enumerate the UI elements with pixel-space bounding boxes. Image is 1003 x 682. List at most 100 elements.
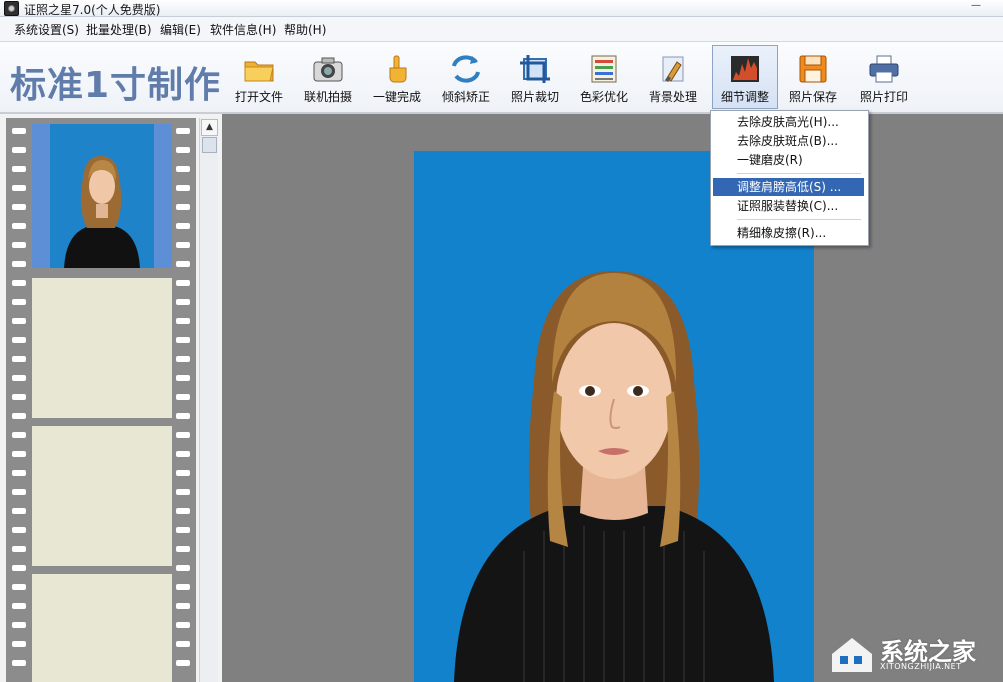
menu-replace-id-clothing[interactable]: 证照服装替换(C)... [713, 197, 864, 215]
film-sprocket-hole [176, 185, 190, 191]
film-sprocket-hole [12, 147, 26, 153]
tool-label: 照片裁切 [510, 90, 559, 104]
film-sprocket-hole [176, 299, 190, 305]
film-sprocket-hole [176, 546, 190, 552]
film-sprocket-hole [12, 489, 26, 495]
menu-system-settings[interactable]: 系统设置(S) [14, 21, 79, 38]
film-sprocket-hole [12, 660, 26, 666]
film-sprocket-hole [176, 603, 190, 609]
film-sprocket-hole [176, 660, 190, 666]
tool-label: 色彩优化 [579, 90, 628, 104]
film-sprocket-hole [12, 641, 26, 647]
hand-pointer-icon [389, 55, 407, 83]
tool-label: 联机拍摄 [303, 90, 352, 104]
menu-one-click-smooth[interactable]: 一键磨皮(R) [713, 151, 864, 169]
rotate-icon [452, 55, 480, 83]
film-sprocket-hole [12, 394, 26, 400]
thumbnail-panel: ▲ [0, 114, 222, 682]
menu-batch-processing[interactable]: 批量处理(B) [86, 21, 152, 38]
toolbar: 标准1寸制作 打开文件 联机拍摄 一键完成 倾斜矫正 照片裁切 色彩优化 背景处… [0, 42, 1003, 114]
thumbnail-image [50, 124, 154, 268]
film-sprocket-hole [176, 394, 190, 400]
menu-software-info[interactable]: 软件信息(H) [210, 21, 276, 38]
film-sprocket-hole [176, 432, 190, 438]
film-sprocket-hole [176, 641, 190, 647]
film-sprocket-hole [12, 546, 26, 552]
film-sprocket-hole [176, 584, 190, 590]
menu-adjust-shoulder-height[interactable]: 调整肩膀高低(S) ... [713, 178, 864, 196]
thumbnail-frame-empty[interactable] [32, 278, 172, 418]
film-sprocket-hole [12, 413, 26, 419]
film-sprocket-hole [12, 337, 26, 343]
color-optimize-button[interactable]: 色彩优化 [572, 46, 636, 106]
film-sprocket-hole [12, 204, 26, 210]
film-sprocket-hole [12, 318, 26, 324]
window-title: 证照之星7.0(个人免费版) [24, 3, 161, 17]
menu-remove-skin-spots[interactable]: 去除皮肤斑点(B)... [713, 132, 864, 150]
tilt-correction-button[interactable]: 倾斜矫正 [434, 46, 498, 106]
film-sprocket-hole [176, 508, 190, 514]
film-sprocket-hole [12, 223, 26, 229]
film-sprocket-hole [12, 356, 26, 362]
photo-save-button[interactable]: 照片保存 [781, 46, 845, 106]
thumbnail-scrollbar[interactable]: ▲ [199, 118, 218, 682]
film-sprocket-hole [12, 527, 26, 533]
tool-label: 打开文件 [234, 90, 283, 104]
film-sprocket-hole [176, 337, 190, 343]
menu-help[interactable]: 帮助(H) [284, 21, 326, 38]
film-sprocket-hole [176, 280, 190, 286]
film-sprocket-hole [12, 622, 26, 628]
thumbnail-frame-empty[interactable] [32, 426, 172, 566]
detail-adjust-dropdown: 去除皮肤高光(H)... 去除皮肤斑点(B)... 一键磨皮(R) 调整肩膀高低… [710, 110, 869, 246]
film-sprocket-hole [12, 508, 26, 514]
thumbnail-frame-selected[interactable] [32, 124, 172, 268]
tool-label: 细节调整 [720, 90, 769, 104]
background-process-button[interactable]: 背景处理 [641, 46, 705, 106]
film-sprocket-hole [176, 147, 190, 153]
thumbnail-frame-empty[interactable] [32, 574, 172, 682]
scroll-thumb[interactable] [202, 137, 217, 153]
menu-edit[interactable]: 编辑(E) [160, 21, 201, 38]
film-sprocket-hole [176, 527, 190, 533]
film-sprocket-hole [176, 489, 190, 495]
crop-icon [520, 55, 550, 83]
detail-adjust-button[interactable]: 细节调整 [712, 45, 778, 109]
film-sprocket-hole [12, 128, 26, 134]
app-camera-icon [4, 1, 19, 16]
open-file-button[interactable]: 打开文件 [227, 46, 291, 106]
film-sprocket-hole [12, 166, 26, 172]
film-sprocket-hole [12, 470, 26, 476]
brush-icon [662, 56, 684, 82]
film-sprocket-hole [176, 318, 190, 324]
menu-fine-eraser[interactable]: 精细橡皮擦(R)... [713, 224, 864, 242]
photo-print-button[interactable]: 照片打印 [852, 46, 916, 106]
film-sprocket-hole [12, 565, 26, 571]
detail-chart-icon [731, 56, 759, 82]
film-sprocket-hole [176, 166, 190, 172]
film-sprocket-hole [176, 413, 190, 419]
tool-label: 照片保存 [788, 90, 837, 104]
site-watermark: 系统之家 XITONGZHIJIA.NET [828, 628, 1000, 678]
film-sprocket-hole [12, 185, 26, 191]
tethered-capture-button[interactable]: 联机拍摄 [296, 46, 360, 106]
scroll-up-icon[interactable]: ▲ [201, 119, 218, 136]
film-sprocket-hole [176, 261, 190, 267]
film-sprocket-hole [12, 451, 26, 457]
camera-icon [313, 57, 343, 82]
title-bar: 证照之星7.0(个人免费版) — [0, 0, 1003, 17]
film-sprocket-hole [176, 356, 190, 362]
house-logo-icon [832, 638, 872, 672]
printer-icon [869, 55, 899, 83]
film-sprocket-hole [176, 223, 190, 229]
tool-label: 照片打印 [859, 90, 908, 104]
tool-label: 背景处理 [648, 90, 697, 104]
film-sprocket-hole [12, 299, 26, 305]
tool-label: 倾斜矫正 [441, 90, 490, 104]
floppy-save-icon [799, 55, 827, 83]
menu-remove-skin-highlight[interactable]: 去除皮肤高光(H)... [713, 113, 864, 131]
photo-crop-button[interactable]: 照片裁切 [503, 46, 567, 106]
film-sprocket-hole [12, 261, 26, 267]
minimize-icon[interactable]: — [965, 1, 987, 13]
menu-separator [737, 219, 861, 220]
one-click-complete-button[interactable]: 一键完成 [365, 46, 429, 106]
